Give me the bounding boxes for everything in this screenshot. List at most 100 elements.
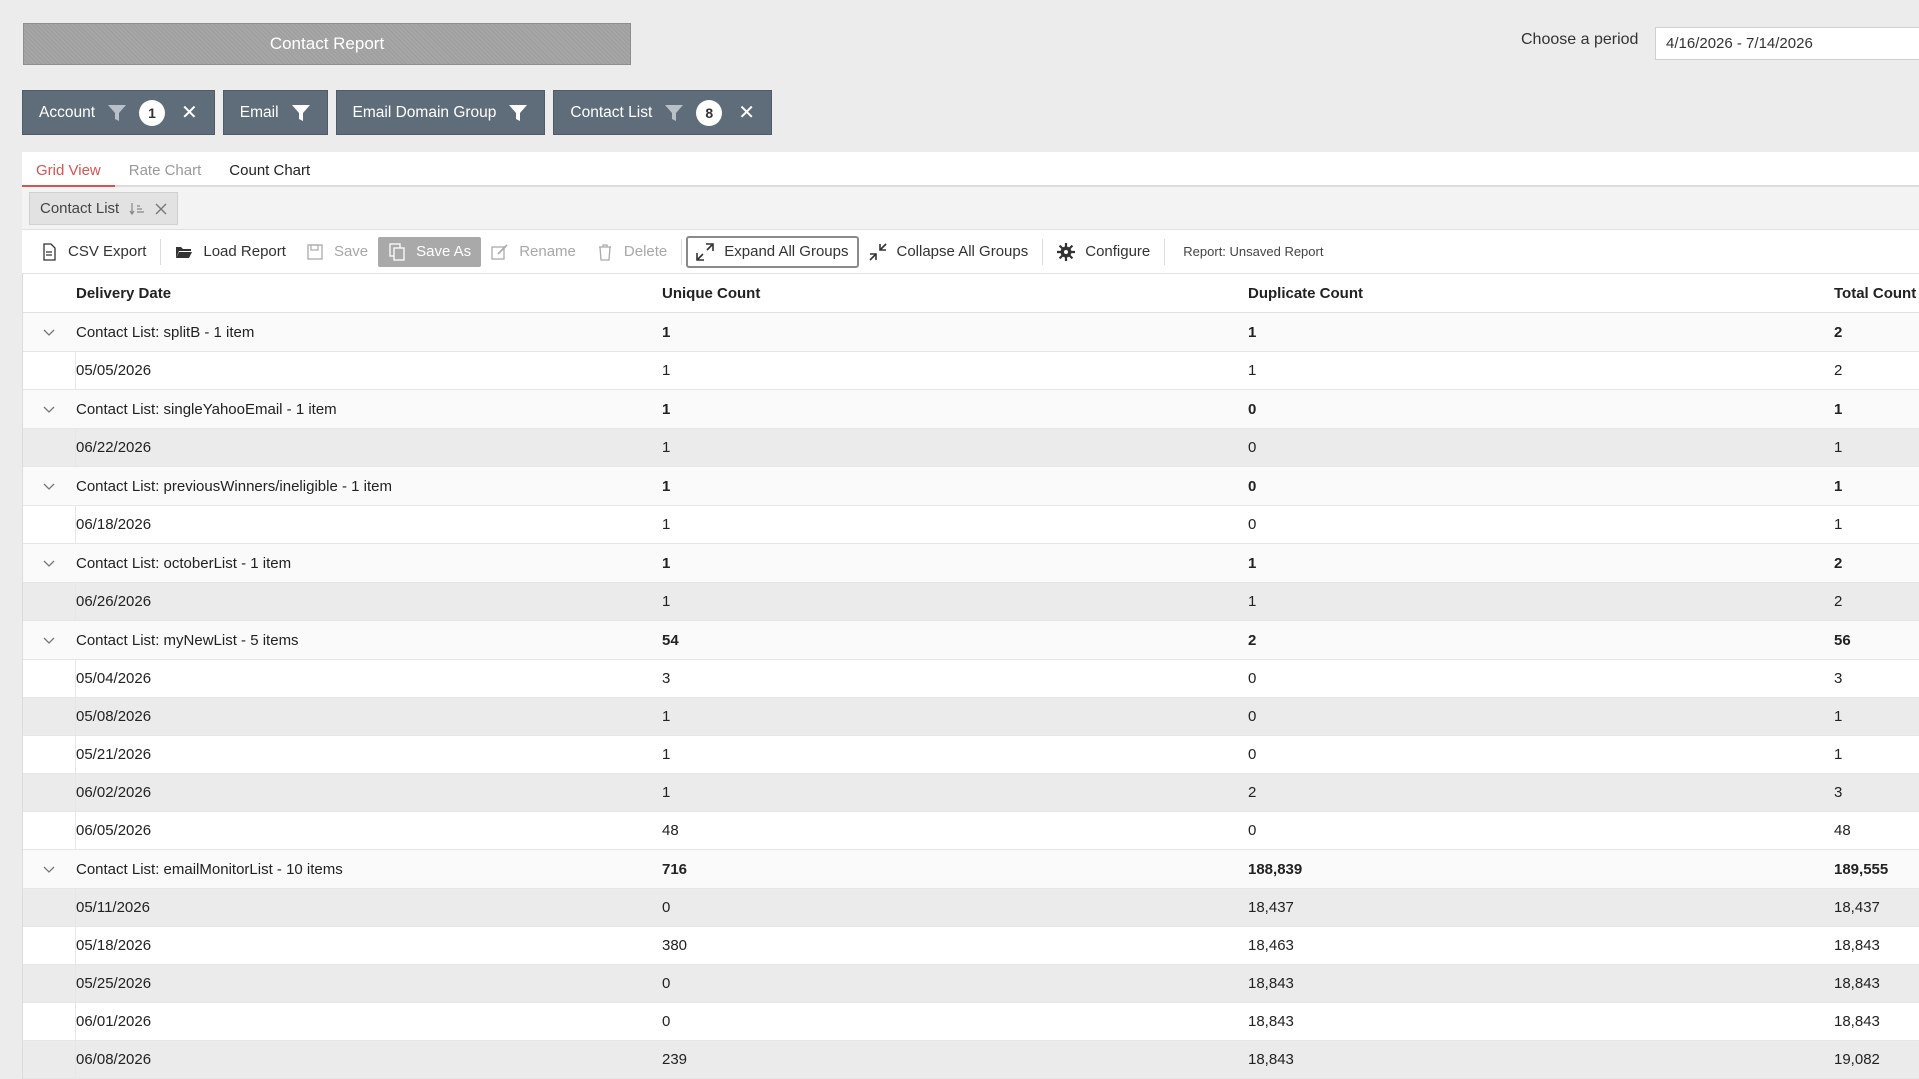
csv-export-button[interactable]: CSV Export bbox=[30, 237, 156, 267]
table-row[interactable]: 06/18/2026 1 0 1 bbox=[22, 506, 1919, 544]
table-row[interactable]: 05/05/2026 1 1 2 bbox=[22, 352, 1919, 390]
file-icon bbox=[43, 242, 56, 261]
filter-count-badge: 1 bbox=[139, 99, 166, 126]
expand-all-groups-button[interactable]: Expand All Groups bbox=[686, 235, 859, 268]
table-row[interactable]: 05/25/2026 0 18,843 18,843 bbox=[22, 965, 1919, 1003]
column-header-delivery-date[interactable]: Delivery Date bbox=[76, 285, 662, 302]
tab-grid-view[interactable]: Grid View bbox=[22, 162, 115, 187]
chevron-down-icon[interactable] bbox=[22, 863, 76, 875]
funnel-icon[interactable] bbox=[291, 104, 311, 122]
group-row[interactable]: Contact List: emailMonitorList - 10 item… bbox=[22, 850, 1919, 889]
save-as-label: Save As bbox=[416, 243, 472, 260]
chevron-down-icon[interactable] bbox=[22, 480, 76, 492]
delivery-date-cell: 06/22/2026 bbox=[76, 439, 152, 456]
group-row[interactable]: Contact List: octoberList - 1 item 1 1 2 bbox=[22, 544, 1919, 583]
close-icon[interactable]: ✕ bbox=[181, 100, 198, 125]
delivery-date-cell: 05/25/2026 bbox=[76, 975, 152, 992]
group-unique-count: 1 bbox=[662, 477, 671, 495]
column-header-total-count[interactable]: Total Count bbox=[1834, 285, 1919, 302]
delivery-date-cell: 05/18/2026 bbox=[76, 937, 152, 954]
group-row[interactable]: Contact List: singleYahooEmail - 1 item 1… bbox=[22, 390, 1919, 429]
total-count-cell: 19,082 bbox=[1834, 1051, 1880, 1068]
close-icon[interactable] bbox=[155, 203, 167, 215]
group-unique-count: 1 bbox=[662, 554, 671, 572]
chevron-down-icon[interactable] bbox=[22, 403, 76, 415]
table-row[interactable]: 05/18/2026 380 18,463 18,843 bbox=[22, 927, 1919, 965]
table-row[interactable]: 05/08/2026 1 0 1 bbox=[22, 698, 1919, 736]
row-indent bbox=[22, 506, 76, 543]
duplicate-count-cell: 1 bbox=[1248, 593, 1257, 610]
filter-chip-email[interactable]: Email bbox=[222, 90, 328, 135]
unique-count-cell: 0 bbox=[662, 975, 671, 992]
unique-count-cell: 3 bbox=[662, 670, 671, 687]
total-count-cell: 2 bbox=[1834, 362, 1843, 379]
filter-chip-email-domain-group[interactable]: Email Domain Group bbox=[335, 90, 546, 135]
table-row[interactable]: 06/26/2026 1 1 2 bbox=[22, 583, 1919, 621]
group-unique-count: 716 bbox=[662, 860, 688, 878]
row-indent bbox=[22, 429, 76, 466]
group-duplicate-count: 188,839 bbox=[1248, 860, 1303, 878]
report-title: Contact Report bbox=[23, 23, 631, 65]
toolbar-divider bbox=[1164, 238, 1166, 265]
group-row[interactable]: Contact List: splitB - 1 item 1 1 2 bbox=[22, 313, 1919, 352]
group-unique-count: 1 bbox=[662, 323, 671, 341]
row-indent bbox=[22, 889, 76, 926]
filter-chip-account[interactable]: Account 1 ✕ bbox=[22, 90, 215, 135]
chevron-down-icon[interactable] bbox=[22, 634, 76, 646]
duplicate-count-cell: 0 bbox=[1248, 708, 1257, 725]
rename-button[interactable]: Rename bbox=[481, 237, 586, 267]
unique-count-cell: 1 bbox=[662, 362, 671, 379]
delivery-date-cell: 06/08/2026 bbox=[76, 1051, 152, 1068]
period-input[interactable]: 4/16/2026 - 7/14/2026 bbox=[1655, 27, 1919, 60]
total-count-cell: 18,843 bbox=[1834, 937, 1880, 954]
collapse-all-groups-button[interactable]: Collapse All Groups bbox=[859, 237, 1039, 267]
grouping-area: Contact List bbox=[22, 187, 1919, 230]
filter-chip-contact-list[interactable]: Contact List 8 ✕ bbox=[553, 90, 773, 135]
row-indent bbox=[22, 1041, 76, 1078]
group-label: Contact List: splitB - 1 item bbox=[76, 323, 255, 341]
sort-ascending-icon[interactable] bbox=[129, 202, 145, 216]
chevron-down-icon[interactable] bbox=[22, 326, 76, 338]
duplicate-count-cell: 0 bbox=[1248, 516, 1257, 533]
chevron-down-icon[interactable] bbox=[22, 557, 76, 569]
tab-rate-chart[interactable]: Rate Chart bbox=[115, 162, 216, 185]
load-report-button[interactable]: Load Report bbox=[165, 237, 296, 267]
tab-count-chart[interactable]: Count Chart bbox=[215, 162, 324, 185]
group-row[interactable]: Contact List: previousWinners/ineligible… bbox=[22, 467, 1919, 506]
configure-button[interactable]: Configure bbox=[1047, 237, 1160, 267]
group-duplicate-count: 0 bbox=[1248, 477, 1257, 495]
unique-count-cell: 1 bbox=[662, 708, 671, 725]
table-row[interactable]: 06/08/2026 239 18,843 19,082 bbox=[22, 1041, 1919, 1079]
save-button[interactable]: Save bbox=[296, 237, 378, 267]
unique-count-cell: 1 bbox=[662, 593, 671, 610]
column-header-unique-count[interactable]: Unique Count bbox=[662, 285, 1248, 302]
table-row[interactable]: 06/01/2026 0 18,843 18,843 bbox=[22, 1003, 1919, 1041]
delete-button[interactable]: Delete bbox=[586, 237, 677, 267]
table-row[interactable]: 06/22/2026 1 0 1 bbox=[22, 429, 1919, 467]
table-row[interactable]: 05/04/2026 3 0 3 bbox=[22, 660, 1919, 698]
table-row[interactable]: 05/11/2026 0 18,437 18,437 bbox=[22, 889, 1919, 927]
group-chip-contact-list[interactable]: Contact List bbox=[29, 192, 179, 225]
delivery-date-cell: 05/04/2026 bbox=[76, 670, 152, 687]
duplicate-count-cell: 18,843 bbox=[1248, 975, 1294, 992]
filter-chip-label: Contact List bbox=[570, 103, 653, 121]
unique-count-cell: 380 bbox=[662, 937, 688, 954]
table-row[interactable]: 06/02/2026 1 2 3 bbox=[22, 774, 1919, 812]
report-panel: Grid View Rate Chart Count Chart Contact… bbox=[22, 152, 1919, 1079]
table-row[interactable]: 05/21/2026 1 0 1 bbox=[22, 736, 1919, 774]
close-icon[interactable]: ✕ bbox=[738, 100, 755, 125]
table-row[interactable]: 06/05/2026 48 0 48 bbox=[22, 812, 1919, 850]
rename-label: Rename bbox=[519, 243, 576, 260]
grid-left-border bbox=[22, 274, 23, 1079]
funnel-icon[interactable] bbox=[508, 104, 528, 122]
funnel-icon[interactable] bbox=[107, 104, 127, 122]
group-row[interactable]: Contact List: myNewList - 5 items 54 2 56 bbox=[22, 621, 1919, 660]
column-header-duplicate-count[interactable]: Duplicate Count bbox=[1248, 285, 1834, 302]
save-as-button[interactable]: Save As bbox=[378, 236, 482, 267]
funnel-icon[interactable] bbox=[664, 104, 684, 122]
total-count-cell: 48 bbox=[1834, 822, 1851, 839]
report-grid: Delivery Date Unique Count Duplicate Cou… bbox=[22, 274, 1919, 1079]
unique-count-cell: 48 bbox=[662, 822, 679, 839]
delivery-date-cell: 05/05/2026 bbox=[76, 362, 152, 379]
filter-chip-label: Account bbox=[39, 103, 96, 121]
